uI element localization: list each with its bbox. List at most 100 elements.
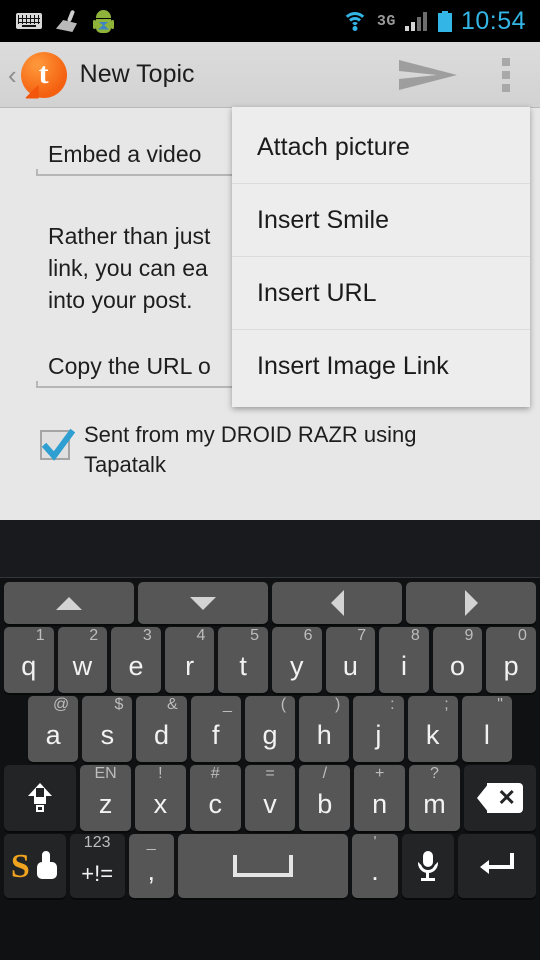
- signature-row[interactable]: Sent from my DROID RAZR using Tapatalk: [40, 420, 484, 480]
- microphone-icon: [417, 851, 439, 881]
- key-c-alt: #: [210, 765, 220, 782]
- enter-key[interactable]: [457, 834, 536, 898]
- arrow-left-key[interactable]: [272, 582, 402, 624]
- comma-key-label: ,: [147, 855, 155, 886]
- key-e[interactable]: 3e: [111, 627, 161, 693]
- app-logo-letter: t: [38, 56, 49, 90]
- signature-checkbox[interactable]: [40, 428, 76, 461]
- key-e-alt: 3: [142, 627, 152, 644]
- up-caret-icon[interactable]: ‹: [0, 62, 19, 88]
- swype-gesture-key[interactable]: S: [4, 834, 66, 898]
- key-b[interactable]: / b: [299, 765, 351, 831]
- key-r[interactable]: 4r: [164, 627, 215, 693]
- key-z[interactable]: EN z: [80, 765, 131, 831]
- key-f[interactable]: _ f: [190, 696, 241, 762]
- key-a-label: a: [45, 719, 61, 750]
- key-r-label: r: [185, 650, 195, 681]
- key-h-alt: ): [334, 696, 341, 713]
- key-g-label: g: [262, 719, 278, 750]
- numeric-symbols-key[interactable]: 123 +!=: [69, 834, 125, 898]
- key-s[interactable]: $ s: [82, 696, 133, 762]
- key-c-label: c: [208, 788, 222, 819]
- key-w[interactable]: 2w: [57, 627, 108, 693]
- arrow-right-key[interactable]: [406, 582, 536, 624]
- key-u[interactable]: 7u: [325, 627, 376, 693]
- menu-item-insert-smile[interactable]: Insert Smile: [232, 184, 530, 257]
- android-robot-icon: [93, 9, 114, 33]
- key-b-alt: /: [322, 765, 328, 782]
- microphone-key[interactable]: [401, 834, 454, 898]
- key-v[interactable]: = v: [244, 765, 296, 831]
- key-o-alt: 9: [464, 627, 474, 644]
- key-j-alt: :: [390, 696, 395, 713]
- key-f-alt: _: [222, 696, 232, 713]
- key-h[interactable]: ) h: [299, 696, 350, 762]
- backspace-key[interactable]: ✕: [463, 765, 536, 831]
- period-key-alt: ': [373, 834, 377, 851]
- key-x-alt: !: [158, 765, 163, 782]
- key-l-label: l: [483, 719, 490, 750]
- key-n[interactable]: + n: [354, 765, 406, 831]
- arrow-down-key[interactable]: [138, 582, 268, 624]
- shift-key[interactable]: [4, 765, 77, 831]
- keyboard-nav-row: [2, 582, 538, 624]
- key-y[interactable]: 6y: [271, 627, 322, 693]
- menu-item-insert-image-link[interactable]: Insert Image Link: [232, 330, 530, 403]
- page-title: New Topic: [79, 60, 195, 88]
- numeric-key-label: +!=: [81, 861, 114, 886]
- period-key[interactable]: ' .: [352, 834, 398, 898]
- menu-item-insert-url[interactable]: Insert URL: [232, 257, 530, 330]
- enter-arrow-icon: [479, 853, 514, 879]
- key-q-alt: 1: [35, 627, 45, 644]
- battery-icon: [437, 10, 452, 32]
- key-a-alt: @: [52, 696, 70, 713]
- key-x[interactable]: ! x: [134, 765, 186, 831]
- key-j-label: j: [375, 719, 382, 750]
- key-p[interactable]: 0p: [486, 627, 536, 693]
- key-p-alt: 0: [518, 627, 527, 644]
- key-u-label: u: [342, 650, 358, 681]
- key-d-label: d: [154, 719, 170, 750]
- key-q[interactable]: 1q: [4, 627, 54, 693]
- keyboard-suggestion-strip[interactable]: [0, 520, 540, 578]
- key-i[interactable]: 8i: [379, 627, 429, 693]
- arrow-up-key[interactable]: [4, 582, 134, 624]
- key-a[interactable]: @ a: [28, 696, 79, 762]
- key-t[interactable]: 5t: [218, 627, 268, 693]
- status-bar-right-icons: 3G 10:54: [341, 7, 530, 36]
- key-k-label: k: [425, 719, 440, 750]
- key-b-label: b: [317, 788, 333, 819]
- overflow-menu-icon[interactable]: [472, 42, 540, 107]
- key-c[interactable]: # c: [189, 765, 241, 831]
- backspace-icon: ✕: [476, 783, 523, 813]
- menu-item-attach-picture[interactable]: Attach picture: [232, 111, 530, 184]
- key-v-label: v: [263, 788, 277, 819]
- broom-icon: [56, 9, 80, 32]
- onscreen-keyboard: 1q 2w 3e 4r 5t 6y 7u 8i 9o 0p @ a $ s & d _…: [0, 578, 540, 960]
- key-u-alt: 7: [357, 627, 367, 644]
- app-logo-icon[interactable]: t: [20, 51, 67, 99]
- key-q-label: q: [21, 650, 37, 681]
- key-d[interactable]: & d: [136, 696, 187, 762]
- space-bar-icon: [233, 855, 294, 877]
- key-l[interactable]: " l: [461, 696, 512, 762]
- status-bar: 3G 10:54: [0, 0, 540, 42]
- comma-key-alt: _: [146, 834, 156, 851]
- key-m-alt: ?: [429, 765, 439, 782]
- wifi-icon: [341, 11, 368, 31]
- send-icon[interactable]: [384, 42, 472, 107]
- key-y-alt: 6: [303, 627, 313, 644]
- key-k[interactable]: ; k: [407, 696, 458, 762]
- action-bar: ‹ t New Topic: [0, 42, 540, 108]
- key-i-label: i: [400, 650, 407, 681]
- key-g[interactable]: (g: [244, 696, 296, 762]
- key-w-alt: 2: [89, 627, 99, 644]
- key-o[interactable]: 9o: [432, 627, 483, 693]
- key-j[interactable]: :j: [353, 696, 404, 762]
- comma-key[interactable]: _ ,: [128, 834, 174, 898]
- signature-label: Sent from my DROID RAZR using Tapatalk: [84, 422, 417, 477]
- key-m[interactable]: ? m: [409, 765, 460, 831]
- network-3g-icon: 3G: [376, 12, 396, 30]
- key-n-alt: +: [374, 765, 385, 782]
- space-key[interactable]: [177, 834, 349, 898]
